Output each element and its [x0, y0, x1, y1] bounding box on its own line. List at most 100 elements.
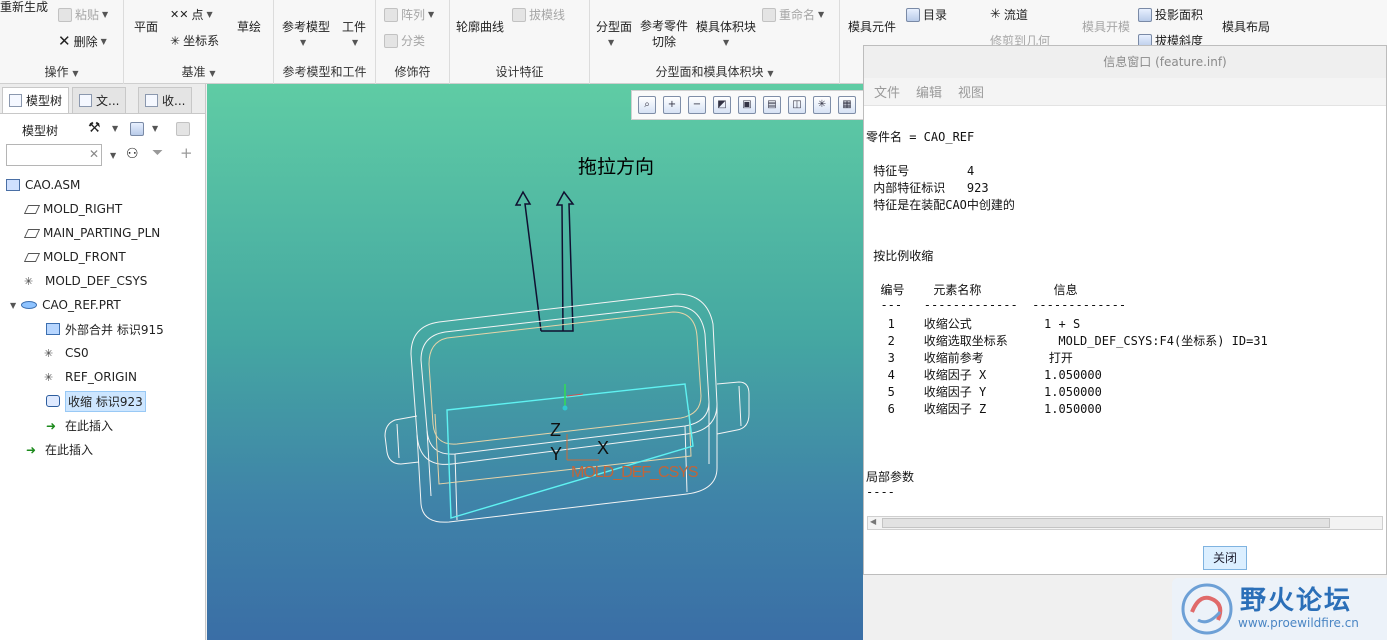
- group-label-datum[interactable]: 基准 ▼: [124, 63, 273, 80]
- model-tree-icon: [9, 94, 22, 107]
- tree-node-label: 在此插入: [45, 442, 94, 457]
- folder-icon: [79, 94, 92, 107]
- info-menu-bar: 文件 编辑 视图: [864, 78, 1386, 106]
- scroll-left-icon[interactable]: ◀: [870, 517, 876, 526]
- info-text-area[interactable]: 零件名 = CAO_REF 特征号 4 内部特征标识 923 特征是在装配CAO…: [866, 124, 1386, 512]
- plane-button[interactable]: 平面: [134, 18, 158, 35]
- menu-edit[interactable]: 编辑: [916, 82, 942, 101]
- workpiece-button[interactable]: 工件: [342, 18, 366, 35]
- delete-icon: ✕: [58, 32, 71, 50]
- ribbon-group-operations: 重新生成 粘贴 ▼ ✕ 删除 ▼ 操作 ▼: [0, 0, 124, 84]
- tree-node-cao-ref-prt[interactable]: ▼ CAO_REF.PRT: [10, 294, 121, 316]
- mold-component-button[interactable]: 模具元件: [848, 18, 896, 35]
- projected-area-button[interactable]: 投影面积: [1138, 6, 1203, 23]
- favorites-icon: [145, 94, 158, 107]
- tree-node-main-parting-pln[interactable]: MAIN_PARTING_PLN: [23, 222, 160, 244]
- classify-button[interactable]: 分类: [384, 32, 425, 49]
- delete-button[interactable]: ✕ 删除 ▼: [58, 32, 107, 50]
- expand-arrow-icon[interactable]: ▼: [10, 301, 16, 310]
- chevron-down-icon[interactable]: ▼: [112, 124, 118, 133]
- draft-line-icon: [512, 7, 526, 22]
- runner-button[interactable]: ✳ 流道: [990, 6, 1028, 23]
- chevron-down-icon[interactable]: ▼: [723, 38, 729, 47]
- csys-button[interactable]: ✳ 坐标系: [170, 32, 219, 49]
- tree-node-mold-def-csys[interactable]: ✳ MOLD_DEF_CSYS: [24, 270, 147, 292]
- axis-label-z: Z: [550, 420, 561, 440]
- graphics-viewport[interactable]: ⌕ + − ◩ ▣ ▤ ◫ ✳ ▦ 拖拉方向 Z Y X MOLD_DEF_CS…: [207, 84, 863, 640]
- parting-surface-button[interactable]: 分型面: [596, 18, 632, 35]
- chevron-down-icon[interactable]: ▼: [152, 124, 158, 133]
- draft-line-label: 拔模线: [529, 8, 566, 22]
- tree-toolbar-label: 模型树: [22, 124, 59, 138]
- pattern-button[interactable]: 阵列 ▼: [384, 6, 434, 23]
- chevron-down-icon: ▼: [102, 10, 109, 19]
- parting-surface-label: 分型面: [596, 20, 633, 34]
- filter-icon[interactable]: ⏷: [152, 145, 163, 161]
- scrollbar-thumb[interactable]: [882, 518, 1330, 528]
- add-icon[interactable]: +: [180, 144, 193, 162]
- chevron-down-icon[interactable]: ▼: [352, 38, 358, 47]
- settings-tools-icon[interactable]: ⚒: [88, 120, 101, 136]
- mold-volume-label: 模具体积块: [696, 20, 757, 34]
- rename-label: 重命名: [779, 8, 816, 22]
- tab-folder-browser[interactable]: 文...: [72, 87, 127, 113]
- regenerate-button[interactable]: 重新生成: [0, 0, 48, 15]
- info-window-title: 信息窗口 (feature.inf): [864, 46, 1386, 78]
- group-label-parting[interactable]: 分型面和模具体积块 ▼: [590, 63, 839, 80]
- info-line: 特征是在装配CAO中创建的: [866, 198, 1015, 212]
- paste-button[interactable]: 粘贴 ▼: [58, 6, 108, 23]
- info-line: 4 收缩因子 X 1.050000: [866, 368, 1102, 382]
- paste-icon: [58, 7, 72, 22]
- tab-label: 收...: [162, 94, 186, 108]
- mold-layout-button[interactable]: 模具布局: [1222, 18, 1270, 35]
- chevron-down-icon[interactable]: ▼: [110, 151, 116, 160]
- tree-node-insert-here-asm[interactable]: ➜ 在此插入: [26, 438, 93, 460]
- chevron-down-icon[interactable]: ▼: [608, 38, 614, 47]
- tree-node-label: 收缩 标识923: [65, 390, 146, 412]
- tree-search-input[interactable]: [6, 144, 102, 166]
- binoculars-icon[interactable]: ⚇: [126, 146, 139, 162]
- menu-view[interactable]: 视图: [958, 82, 984, 101]
- sketch-label: 草绘: [237, 20, 262, 34]
- draft-line-button[interactable]: 拔模线: [512, 6, 565, 23]
- clear-search-icon[interactable]: ✕: [89, 147, 99, 161]
- catalog-label: 目录: [923, 8, 948, 22]
- silhouette-curve-button[interactable]: 轮廓曲线: [456, 18, 504, 35]
- tree-node-mold-front[interactable]: MOLD_FRONT: [23, 246, 126, 268]
- show-options-icon[interactable]: [130, 122, 144, 136]
- info-line: 零件名 = CAO_REF: [866, 130, 975, 144]
- rename-button[interactable]: 重命名 ▼: [762, 6, 824, 23]
- tree-node-cs0[interactable]: ✳ CS0: [44, 342, 89, 364]
- tab-favorites[interactable]: 收...: [138, 87, 193, 113]
- tree-node-external-merge[interactable]: 外部合并 标识915: [46, 318, 164, 340]
- ref-model-button[interactable]: 参考模型: [282, 18, 330, 35]
- tree-node-mold-right[interactable]: MOLD_RIGHT: [23, 198, 122, 220]
- tree-node-insert-here-part[interactable]: ➜ 在此插入: [46, 414, 113, 436]
- mold-opening-button[interactable]: 模具开模: [1082, 18, 1130, 35]
- ref-part-cutout-label: 参考零件切除: [640, 19, 689, 49]
- assembly-icon: [6, 179, 20, 191]
- chevron-down-icon: ▼: [206, 10, 213, 19]
- tab-model-tree[interactable]: 模型树: [2, 87, 70, 113]
- tree-node-label: MOLD_DEF_CSYS: [45, 274, 148, 288]
- tree-filter-icon[interactable]: [176, 122, 190, 136]
- chevron-down-icon[interactable]: ▼: [300, 38, 306, 47]
- tree-node-shrink[interactable]: 收缩 标识923: [46, 390, 146, 412]
- menu-file[interactable]: 文件: [874, 82, 900, 101]
- tree-node-ref-origin[interactable]: ✳ REF_ORIGIN: [44, 366, 137, 388]
- csys-label: 坐标系: [183, 34, 220, 48]
- tree-node-label: CAO.ASM: [25, 178, 81, 192]
- catalog-button[interactable]: 目录: [906, 6, 947, 23]
- horizontal-scrollbar[interactable]: ◀: [867, 516, 1383, 530]
- point-button[interactable]: ✕✕ 点 ▼: [170, 6, 213, 23]
- chevron-down-icon: ▼: [100, 36, 107, 46]
- group-label-operations[interactable]: 操作 ▼: [0, 63, 123, 80]
- tree-node-cao-asm[interactable]: CAO.ASM: [6, 174, 80, 196]
- mold-volume-button[interactable]: 模具体积块: [696, 18, 756, 35]
- ref-part-cutout-button[interactable]: 参考零件切除: [640, 18, 688, 50]
- workpiece-label: 工件: [342, 20, 367, 34]
- close-button[interactable]: 关闭: [1203, 546, 1247, 570]
- sketch-button[interactable]: 草绘: [237, 18, 261, 35]
- info-line: ----: [866, 485, 895, 499]
- ribbon-group-modifiers: 阵列 ▼ 分类 修饰符: [376, 0, 450, 84]
